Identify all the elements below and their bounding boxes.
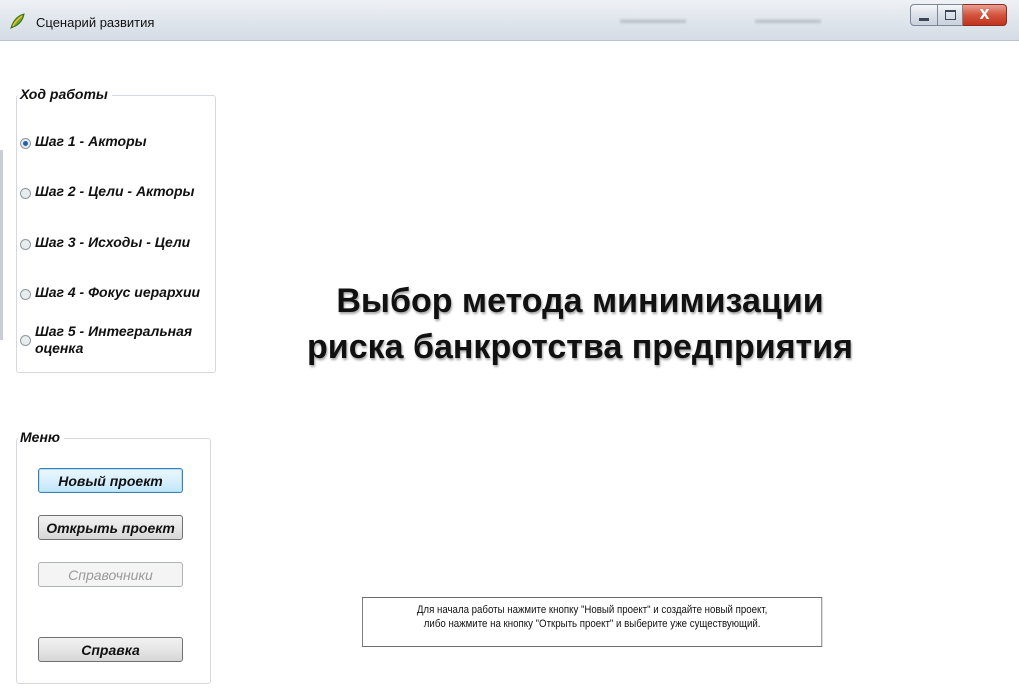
instruction-line-1: Для начала работы нажмите кнопку "Новый …	[416, 604, 768, 616]
heading-line-1: Выбор метода минимизации	[336, 282, 824, 320]
maximize-icon	[944, 10, 956, 20]
step-1-radio[interactable]: Шаг 1 - Акторы	[20, 133, 147, 150]
open-project-button[interactable]: Открыть проект	[38, 515, 183, 540]
heading-line-2: риска банкротства предприятия	[307, 328, 853, 366]
step-2-radio[interactable]: Шаг 2 - Цели - Акторы	[20, 183, 194, 200]
step-2-label: Шаг 2 - Цели - Акторы	[35, 183, 195, 199]
new-project-button[interactable]: Новый проект	[38, 468, 183, 493]
step-1-label: Шаг 1 - Акторы	[35, 133, 147, 149]
minimize-icon	[919, 17, 929, 21]
step-4-radio[interactable]: Шаг 4 - Фокус иерархии	[20, 284, 200, 301]
radio-button[interactable]	[20, 188, 31, 199]
main-heading: Выбор метода минимизации риска банкротст…	[250, 278, 910, 370]
leaf-app-icon	[10, 13, 25, 29]
help-button[interactable]: Справка	[38, 637, 183, 662]
window-edge	[0, 150, 3, 340]
menu-group-legend: Меню	[18, 429, 65, 445]
blurred-text: ▬▬▬▬▬▬	[620, 14, 686, 26]
window-controls: X	[910, 4, 1007, 26]
step-5-radio[interactable]: Шаг 5 - Интегральная оценка	[20, 323, 205, 357]
step-3-label: Шаг 3 - Исходы - Цели	[35, 234, 191, 250]
close-icon: X	[979, 7, 990, 23]
radio-button-checked[interactable]	[20, 138, 31, 149]
references-button[interactable]: Справочники	[38, 562, 183, 587]
maximize-button[interactable]	[938, 4, 963, 26]
instruction-box: Для начала работы нажмите кнопку "Новый …	[362, 597, 823, 647]
radio-button[interactable]	[20, 335, 31, 346]
blurred-text: ▬▬▬▬▬▬	[755, 14, 821, 26]
radio-button[interactable]	[20, 289, 31, 300]
window-title: Сценарий развития	[36, 15, 155, 30]
radio-button[interactable]	[20, 239, 31, 250]
step-4-label: Шаг 4 - Фокус иерархии	[35, 284, 201, 300]
minimize-button[interactable]	[910, 4, 938, 26]
instruction-line-2: либо нажмите на кнопку "Открыть проект" …	[423, 618, 761, 630]
title-bar[interactable]: Сценарий развития ▬▬▬▬▬▬ ▬▬▬▬▬▬ X	[0, 0, 1019, 41]
close-button[interactable]: X	[963, 4, 1007, 26]
step-3-radio[interactable]: Шаг 3 - Исходы - Цели	[20, 234, 190, 251]
steps-group-legend: Ход работы	[18, 86, 112, 102]
step-5-label: Шаг 5 - Интегральная оценка	[35, 323, 193, 356]
